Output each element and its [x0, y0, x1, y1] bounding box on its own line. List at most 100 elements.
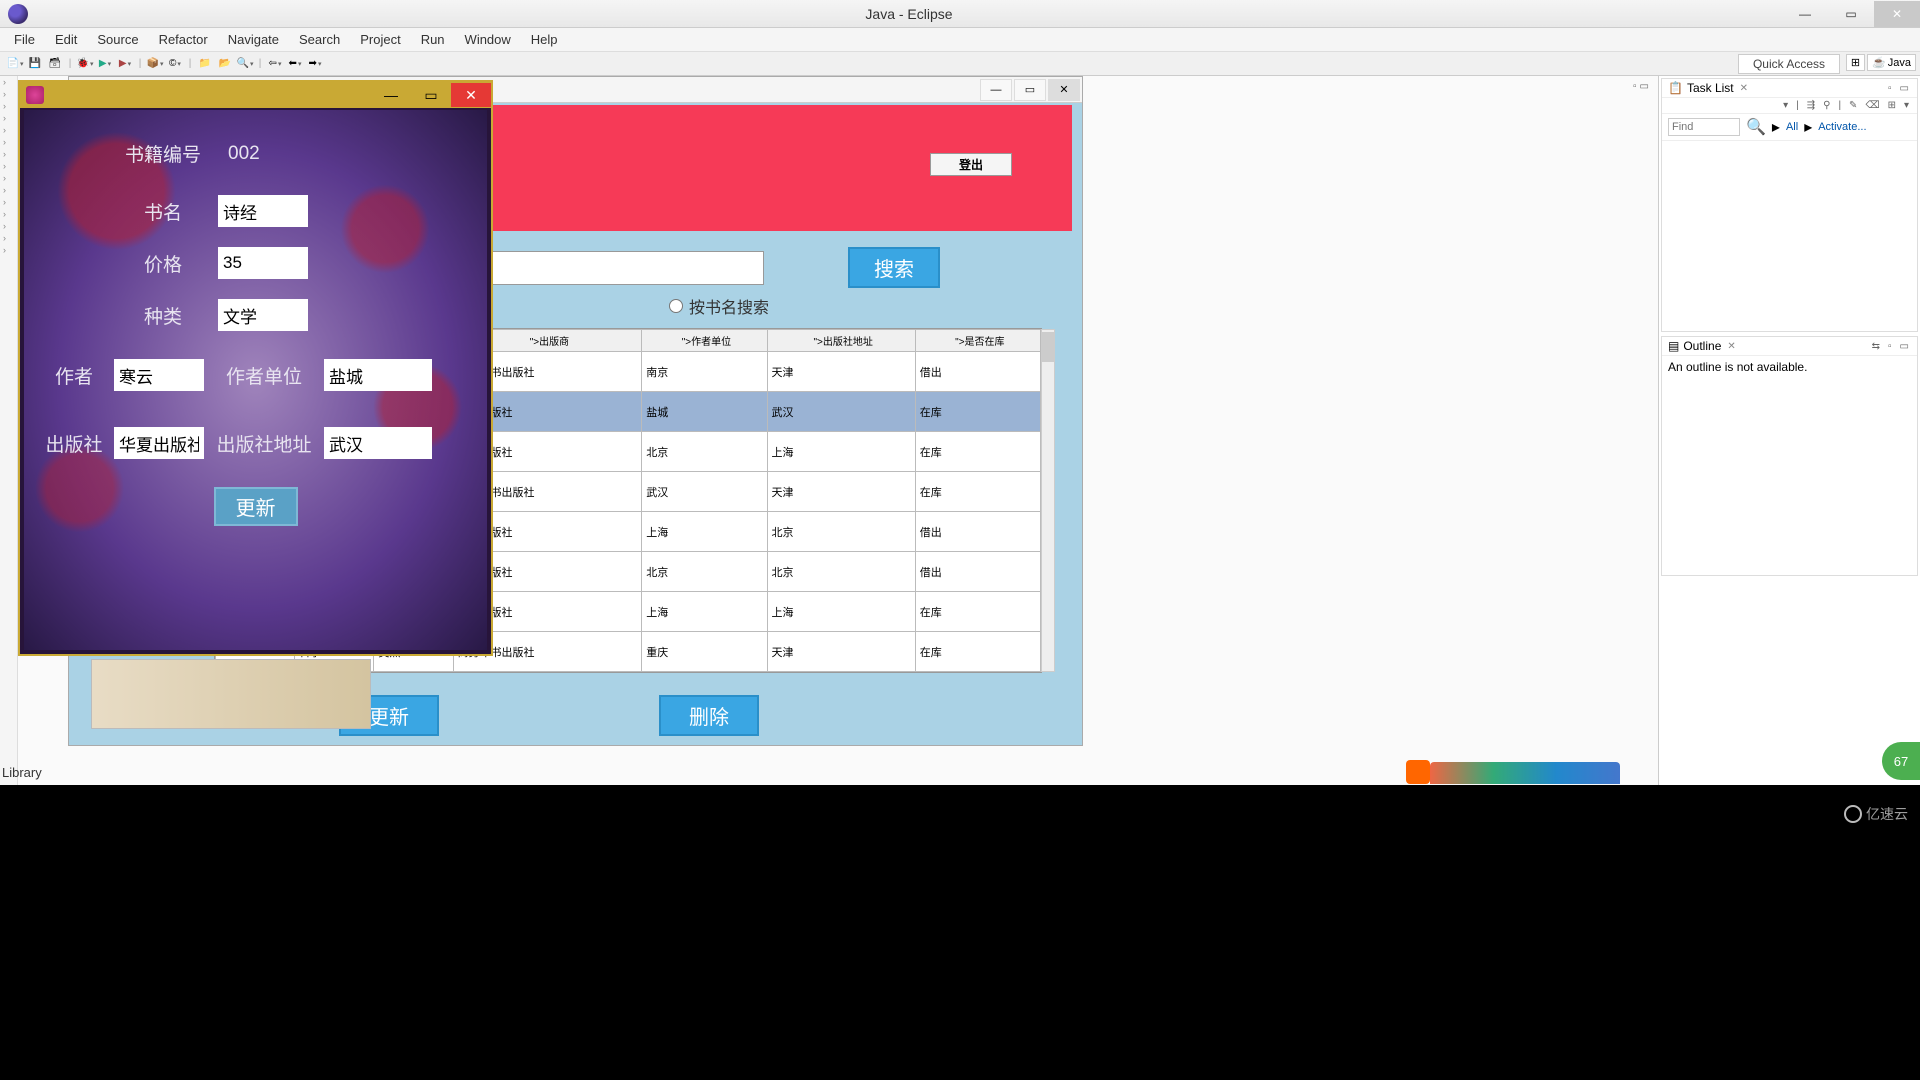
menu-source[interactable]: Source: [87, 30, 148, 49]
author-input[interactable]: [114, 359, 204, 391]
menu-file[interactable]: File: [4, 30, 45, 49]
app-minimize-button[interactable]: —: [980, 79, 1012, 101]
run-icon[interactable]: ▶: [96, 55, 114, 73]
dialog-maximize-button[interactable]: ▭: [411, 83, 451, 107]
outline-message: An outline is not available.: [1662, 356, 1917, 378]
outline-panel: ▤ Outline ✕ ⇆ ▫ ▭ An outline is not avai…: [1661, 336, 1918, 576]
edit-book-dialog: — ▭ ✕ 书籍编号 002 书名 价格 种类 作者: [18, 80, 493, 656]
table-scrollbar[interactable]: [1041, 329, 1055, 672]
bottom-black-bar: Library: [0, 785, 1920, 1080]
save-icon[interactable]: 💾: [26, 55, 44, 73]
publisher-input[interactable]: [114, 427, 204, 459]
quick-access[interactable]: Quick Access: [1738, 54, 1840, 74]
search-button[interactable]: 搜索: [848, 247, 940, 288]
menu-help[interactable]: Help: [521, 30, 568, 49]
fwd-icon[interactable]: ➡: [306, 55, 324, 73]
find-input[interactable]: [1668, 118, 1740, 136]
newpkg-icon[interactable]: 📦: [146, 55, 164, 73]
nav-icon[interactable]: ⇦: [266, 55, 284, 73]
dialog-update-button[interactable]: 更新: [214, 487, 298, 526]
task-icon[interactable]: ⌫: [1863, 100, 1881, 111]
menu-window[interactable]: Window: [455, 30, 521, 49]
outline-title: Outline: [1683, 339, 1721, 353]
column-header[interactable]: ">作者单位: [642, 330, 767, 352]
open-perspective-icon[interactable]: ⊞: [1846, 54, 1865, 71]
open-icon[interactable]: 📂: [216, 55, 234, 73]
view-max-icon[interactable]: ▭: [1898, 83, 1911, 94]
publisher-label: 出版社: [44, 430, 104, 457]
debug-icon[interactable]: 🐞: [76, 55, 94, 73]
author-label: 作者: [44, 362, 104, 389]
toolbar: 📄 💾 🗃 | 🐞 ▶ ▶ | 📦 © | 📁 📂 🔍 | ⇦ ⬅ ➡ Quic…: [0, 52, 1920, 76]
dialog-minimize-button[interactable]: —: [371, 83, 411, 107]
kind-input[interactable]: [218, 299, 308, 331]
activate-link[interactable]: Activate...: [1818, 121, 1866, 133]
task-icon[interactable]: ⊞: [1886, 100, 1898, 111]
tasklist-title: Task List: [1687, 81, 1734, 95]
all-link[interactable]: All: [1786, 121, 1798, 133]
addr-label: 出版社地址: [214, 430, 314, 457]
menu-search[interactable]: Search: [289, 30, 350, 49]
task-icon[interactable]: ⚲: [1821, 100, 1832, 111]
price-input[interactable]: [218, 247, 308, 279]
view-max-icon[interactable]: ▭: [1898, 341, 1911, 352]
tasklist-icon: 📋: [1668, 81, 1683, 95]
dialog-close-button[interactable]: ✕: [451, 83, 491, 107]
outline-icon: ▤: [1668, 339, 1679, 353]
java-icon: [26, 86, 44, 104]
app-close-button[interactable]: ✕: [1048, 79, 1080, 101]
library-label: Library: [2, 765, 42, 780]
menu-refactor[interactable]: Refactor: [149, 30, 218, 49]
close-icon[interactable]: ✕: [1727, 341, 1735, 352]
kind-label: 种类: [124, 302, 202, 329]
view-min-icon[interactable]: ▫: [1886, 341, 1894, 352]
menu-project[interactable]: Project: [350, 30, 410, 49]
view-controls: ▫ ▭: [1626, 76, 1656, 96]
logout-button[interactable]: 登出: [930, 153, 1012, 176]
desk-photo: [91, 659, 371, 729]
new-icon[interactable]: 📄: [6, 55, 24, 73]
newclass-icon[interactable]: ©: [166, 55, 184, 73]
column-header[interactable]: ">是否在库: [915, 330, 1040, 352]
close-icon[interactable]: ✕: [1740, 83, 1748, 94]
book-id-value: 002: [218, 143, 260, 165]
java-perspective-button[interactable]: ☕ Java: [1867, 54, 1916, 71]
saveall-icon[interactable]: 🗃: [46, 55, 64, 73]
unit-label: 作者单位: [214, 362, 314, 389]
menu-navigate[interactable]: Navigate: [218, 30, 289, 49]
menu-bar: File Edit Source Refactor Navigate Searc…: [0, 28, 1920, 52]
minimize-view-icon[interactable]: ▫: [1633, 81, 1637, 92]
addr-input[interactable]: [324, 427, 432, 459]
minimize-button[interactable]: —: [1782, 1, 1828, 27]
task-icon[interactable]: ⇶: [1805, 100, 1817, 111]
price-label: 价格: [124, 250, 202, 277]
tasklist-panel: 📋 Task List ✕ ▫ ▭ ▾ | ⇶ ⚲ | ✎ ⌫ ⊞ ▾ 🔍: [1661, 78, 1918, 332]
runconfig-icon[interactable]: ▶: [116, 55, 134, 73]
maximize-button[interactable]: ▭: [1828, 1, 1874, 27]
find-search-icon[interactable]: 🔍: [1746, 117, 1766, 137]
menu-edit[interactable]: Edit: [45, 30, 87, 49]
menu-run[interactable]: Run: [411, 30, 455, 49]
close-button[interactable]: ✕: [1874, 1, 1920, 27]
view-min-icon[interactable]: ▫: [1886, 83, 1894, 94]
dropdown-icon[interactable]: ▾: [1781, 100, 1790, 111]
task-icon[interactable]: ✎: [1847, 100, 1859, 111]
delete-button[interactable]: 删除: [659, 695, 759, 736]
app-maximize-button[interactable]: ▭: [1014, 79, 1046, 101]
back-icon[interactable]: ⬅: [286, 55, 304, 73]
green-badge: 67: [1882, 742, 1920, 780]
link-icon[interactable]: ⇆: [1870, 341, 1882, 352]
watermark: 亿速云: [1844, 804, 1908, 824]
maximize-view-icon[interactable]: ▭: [1640, 81, 1649, 92]
name-label: 书名: [124, 198, 202, 225]
folder-icon[interactable]: 📁: [196, 55, 214, 73]
book-id-label: 书籍编号: [124, 140, 202, 167]
column-header[interactable]: ">出版社地址: [767, 330, 915, 352]
search-icon[interactable]: 🔍: [236, 55, 254, 73]
eclipse-icon: [8, 4, 28, 24]
name-input[interactable]: [218, 195, 308, 227]
sogou-ime-bar[interactable]: [1430, 762, 1620, 784]
unit-input[interactable]: [324, 359, 432, 391]
radio-by-name[interactable]: 按书名搜索: [669, 294, 769, 318]
menu-icon[interactable]: ▾: [1902, 100, 1911, 111]
